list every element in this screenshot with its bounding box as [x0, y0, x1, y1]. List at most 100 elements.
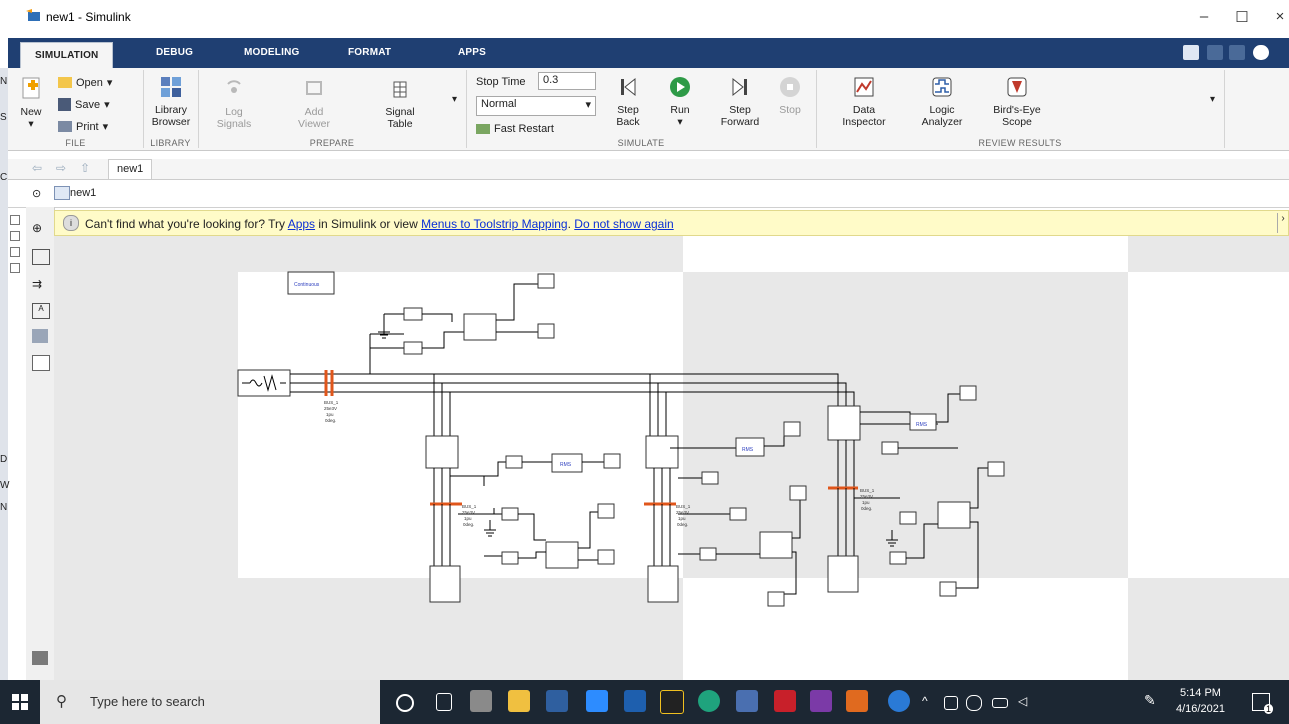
- battery-icon[interactable]: [992, 698, 1008, 708]
- chevron-up-icon[interactable]: ^: [922, 694, 928, 708]
- simulate-group: Stop Time 0.3 Normal ▾ Fast Restart Step …: [466, 70, 817, 148]
- bus-label: 25e3V: [860, 494, 873, 499]
- library-label-1: Library: [154, 104, 188, 116]
- do-not-show-link[interactable]: Do not show again: [574, 217, 673, 231]
- tree-expand-icon[interactable]: [10, 231, 20, 241]
- image-icon[interactable]: [32, 329, 48, 343]
- fast-restart-label: Fast Restart: [494, 123, 554, 135]
- library-browser-button[interactable]: Library Browser: [147, 76, 195, 128]
- forward-arrow-icon[interactable]: ⇨: [56, 161, 66, 175]
- zoom-in-icon[interactable]: ⊕: [32, 221, 48, 235]
- tab-modeling[interactable]: MODELING: [244, 47, 300, 58]
- tree-expand-icon[interactable]: [10, 215, 20, 225]
- new-button[interactable]: New ▾: [14, 76, 48, 130]
- stop-label: Stop: [779, 104, 801, 116]
- data-inspector-button[interactable]: Data Inspector: [836, 76, 892, 128]
- network-icon[interactable]: [966, 695, 982, 711]
- fit-view-icon[interactable]: [32, 249, 50, 265]
- prepare-expand-icon[interactable]: ▾: [452, 94, 457, 105]
- notification-scroll-right[interactable]: ›: [1277, 213, 1288, 233]
- tab-simulation[interactable]: SIMULATION: [20, 42, 114, 69]
- simulation-mode-select[interactable]: Normal ▾: [476, 96, 596, 116]
- fast-restart-button[interactable]: Fast Restart: [476, 123, 554, 135]
- chevron-down-icon: ▾: [102, 121, 109, 133]
- maximize-button[interactable]: ☐: [1228, 8, 1256, 26]
- miro-icon[interactable]: [660, 690, 684, 714]
- matlab-icon[interactable]: [846, 690, 868, 712]
- tree-expand-icon[interactable]: [10, 263, 20, 273]
- edge-browser-icon[interactable]: [698, 690, 720, 712]
- notification-count-badge: 1: [1263, 704, 1273, 714]
- tray-icon[interactable]: [944, 696, 958, 710]
- area-icon[interactable]: [32, 355, 50, 371]
- save-icon: [58, 98, 71, 111]
- notifications-icon[interactable]: 1: [1252, 693, 1273, 714]
- hide-browser-icon[interactable]: ⊙: [32, 187, 41, 200]
- pen-icon[interactable]: ✎: [1144, 692, 1156, 709]
- signal-table-button[interactable]: Signal Table: [378, 80, 422, 130]
- stop-button[interactable]: Stop: [772, 76, 808, 116]
- review-expand-icon[interactable]: ▾: [1210, 94, 1215, 105]
- redo-icon[interactable]: [1229, 45, 1245, 60]
- logic-analyzer-button[interactable]: Logic Analyzer: [914, 76, 970, 128]
- taskbar-search[interactable]: ⚲ Type here to search: [40, 680, 380, 724]
- undo-icon[interactable]: [1207, 45, 1223, 60]
- onenote-icon[interactable]: [810, 690, 832, 712]
- volume-icon[interactable]: ◁: [1018, 694, 1027, 708]
- left-edge-panel: N S C D W N: [0, 68, 9, 680]
- tab-debug[interactable]: DEBUG: [156, 47, 193, 58]
- step-forward-button[interactable]: Step Forward: [718, 76, 762, 128]
- tab-apps[interactable]: APPS: [458, 47, 486, 58]
- app-icon-generic[interactable]: [470, 690, 492, 712]
- edge-letter: C: [0, 172, 8, 183]
- bus-label: 1pu: [326, 412, 334, 417]
- step-back-button[interactable]: Step Back: [608, 76, 648, 128]
- minimize-button[interactable]: –: [1190, 8, 1218, 25]
- cortana-icon[interactable]: [396, 694, 414, 712]
- new-icon: [22, 77, 40, 99]
- task-view-icon[interactable]: [436, 693, 452, 711]
- open-label: Open: [76, 76, 103, 89]
- log-signals-button[interactable]: Log Signals: [212, 80, 256, 130]
- help-app-icon[interactable]: [888, 690, 910, 712]
- tab-new1[interactable]: new1: [108, 159, 153, 179]
- tree-expand-icon[interactable]: [10, 247, 20, 257]
- translator-icon[interactable]: [624, 690, 646, 712]
- print-button[interactable]: Print ▾: [58, 120, 108, 133]
- taskbar-clock[interactable]: 5:14 PM 4/16/2021: [1176, 685, 1225, 717]
- save-button[interactable]: Save ▾: [58, 98, 110, 111]
- notification-text: Can't find what you're looking for? Try: [85, 217, 288, 231]
- signal-table-label-2: Table: [387, 118, 413, 130]
- tab-format[interactable]: FORMAT: [348, 47, 391, 58]
- logic-analyzer-icon: [932, 77, 952, 97]
- menus-mapping-link[interactable]: Menus to Toolstrip Mapping: [421, 217, 568, 231]
- back-arrow-icon[interactable]: ⇦: [32, 161, 42, 175]
- notification-message: Can't find what you're looking for? Try …: [85, 217, 674, 231]
- add-viewer-button[interactable]: Add Viewer: [292, 80, 336, 130]
- apps-link[interactable]: Apps: [288, 217, 315, 231]
- close-button[interactable]: ×: [1266, 8, 1289, 25]
- stop-time-input[interactable]: 0.3: [538, 72, 596, 90]
- model-browser-tree: [10, 212, 24, 282]
- model-canvas[interactable]: Continuous RMS RMS RMS BUS_1 25e3V 1pu 0…: [54, 236, 1289, 680]
- quick-save-icon[interactable]: [1183, 45, 1199, 60]
- file-explorer-icon[interactable]: [508, 690, 530, 712]
- simulation-mode-value: Normal: [481, 98, 517, 110]
- run-button[interactable]: Run ▾: [662, 76, 698, 128]
- info-icon: i: [63, 215, 79, 231]
- route-lines-icon[interactable]: ⇉: [32, 277, 48, 291]
- windows-taskbar: ⚲ Type here to search ^ ◁ ✎ 5:14 PM 4/16…: [0, 680, 1289, 724]
- help-icon[interactable]: [1253, 45, 1269, 60]
- annotation-icon[interactable]: A: [32, 303, 50, 319]
- breadcrumb-model[interactable]: new1: [70, 187, 96, 199]
- screenshot-icon[interactable]: [32, 651, 48, 665]
- zoom-icon[interactable]: [586, 690, 608, 712]
- open-button[interactable]: Open ▾: [58, 76, 112, 89]
- windows-start-icon[interactable]: [12, 694, 28, 710]
- app-icon-blue[interactable]: [546, 690, 568, 712]
- up-arrow-icon[interactable]: ⇧: [80, 161, 90, 175]
- chevron-down-icon: ▾: [106, 77, 113, 89]
- app-icon-doc[interactable]: [736, 690, 758, 712]
- birds-eye-scope-button[interactable]: Bird's-Eye Scope: [984, 76, 1050, 128]
- acrobat-icon[interactable]: [774, 690, 796, 712]
